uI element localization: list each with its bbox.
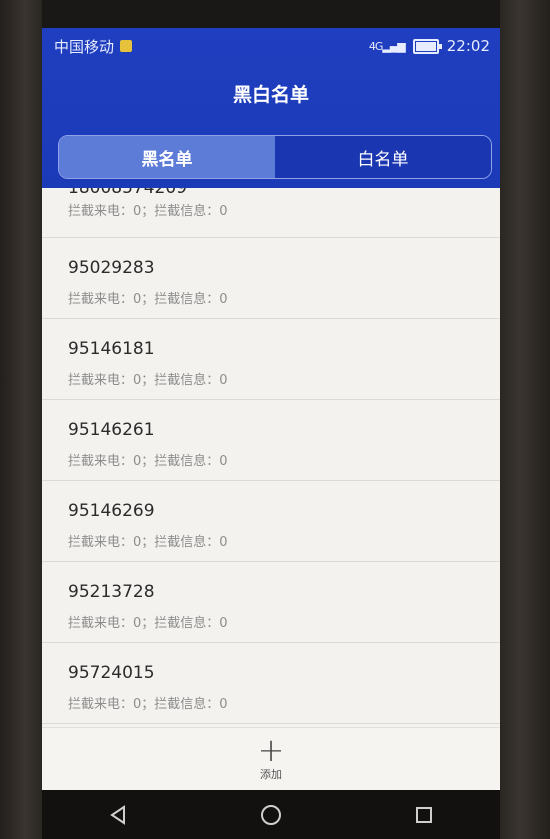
app-header: 中国移动 4G▂▄▆ 22:02 黑白名单 黑名单 白名单 [42,28,500,188]
add-button[interactable]: + 添加 [42,727,500,790]
block-stats: 拦截来电：0；拦截信息：0 [68,454,228,469]
signal-icon: 4G▂▄▆ [368,39,406,53]
list-type-tabs: 黑名单 白名单 [58,135,492,179]
phone-bezel-left [0,0,42,839]
block-stats: 拦截来电：0；拦截信息：0 [68,616,228,631]
status-indicators: 4G▂▄▆ 22:02 [369,37,490,55]
back-triangle-icon[interactable] [98,795,138,835]
list-item[interactable]: 95213728 拦截来电：0；拦截信息：0 [42,562,500,643]
phone-number: 95029283 [68,258,155,278]
phone-number: 95146181 [68,339,155,359]
phone-number: 18008574209 [68,188,187,198]
block-stats: 拦截来电：0；拦截信息：0 [68,535,228,550]
list-item[interactable]: 18008574209 拦截来电：0；拦截信息：0 [42,188,500,238]
block-stats: 拦截来电：0；拦截信息：0 [68,292,228,307]
plus-icon: + [257,731,285,769]
tab-blacklist[interactable]: 黑名单 [59,136,275,178]
system-nav-bar [42,790,500,839]
network-type: 4G [368,39,383,53]
phone-bezel-right [500,0,550,839]
add-label: 添加 [260,768,282,781]
phone-number: 95146269 [68,501,155,521]
app-screen: 中国移动 4G▂▄▆ 22:02 黑白名单 黑名单 白名单 1800857420… [42,28,500,790]
tab-whitelist[interactable]: 白名单 [275,136,491,178]
phone-number: 95724015 [68,663,155,683]
notification-icon [120,40,133,52]
phone-number: 95146261 [68,420,155,440]
clock: 22:02 [446,37,490,55]
recents-square-icon[interactable] [404,795,444,835]
list-item[interactable]: 95146181 拦截来电：0；拦截信息：0 [42,319,500,400]
home-circle-icon[interactable] [251,795,291,835]
blacklist-list[interactable]: 18008574209 拦截来电：0；拦截信息：0 95029283 拦截来电：… [42,188,500,728]
list-item[interactable]: 95146261 拦截来电：0；拦截信息：0 [42,400,500,481]
block-stats: 拦截来电：0；拦截信息：0 [68,697,228,712]
list-item[interactable]: 95029283 拦截来电：0；拦截信息：0 [42,238,500,319]
phone-number: 95213728 [68,582,155,602]
status-bar: 中国移动 4G▂▄▆ 22:02 [54,34,490,58]
page-title: 黑白名单 [232,84,309,106]
list-item[interactable]: 95146269 拦截来电：0；拦截信息：0 [42,481,500,562]
carrier-name: 中国移动 [54,37,115,56]
block-stats: 拦截来电：0；拦截信息：0 [68,373,228,388]
list-item[interactable]: 95724015 拦截来电：0；拦截信息：0 [42,643,500,724]
block-stats: 拦截来电：0；拦截信息：0 [68,204,228,219]
battery-icon [412,38,442,54]
